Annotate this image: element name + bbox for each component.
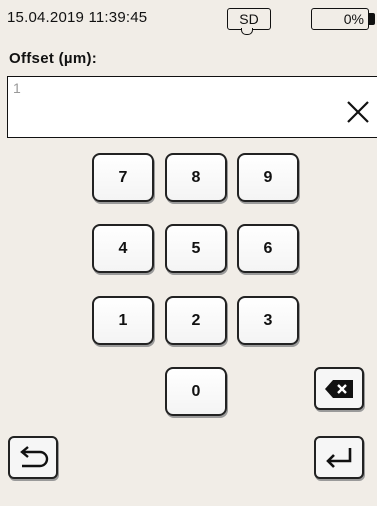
key-0[interactable]: 0 [165,367,227,416]
key-1[interactable]: 1 [92,296,154,345]
status-bar: 15.04.2019 11:39:45 SD 0% [0,0,377,48]
backspace-button[interactable] [314,367,364,410]
key-5[interactable]: 5 [165,224,227,273]
datetime: 15.04.2019 11:39:45 [7,9,148,26]
undo-arrow-icon [20,445,49,467]
sd-card-badge: SD [227,8,271,30]
key-9[interactable]: 9 [237,153,299,202]
enter-button[interactable] [314,436,364,479]
field-label: Offset (µm): [9,50,98,67]
back-button[interactable] [8,436,58,479]
close-icon [347,101,369,123]
battery-indicator: 0% [311,8,369,30]
battery-tip [369,13,375,25]
key-7[interactable]: 7 [92,153,154,202]
key-8[interactable]: 8 [165,153,227,202]
key-4[interactable]: 4 [92,224,154,273]
input-value: 1 [13,80,21,96]
backspace-icon [325,379,353,398]
clear-button[interactable] [343,97,373,127]
key-6[interactable]: 6 [237,224,299,273]
offset-input[interactable]: 1 [7,76,377,138]
sd-card-notch [241,28,253,35]
enter-return-icon [326,447,352,468]
key-2[interactable]: 2 [165,296,227,345]
key-3[interactable]: 3 [237,296,299,345]
